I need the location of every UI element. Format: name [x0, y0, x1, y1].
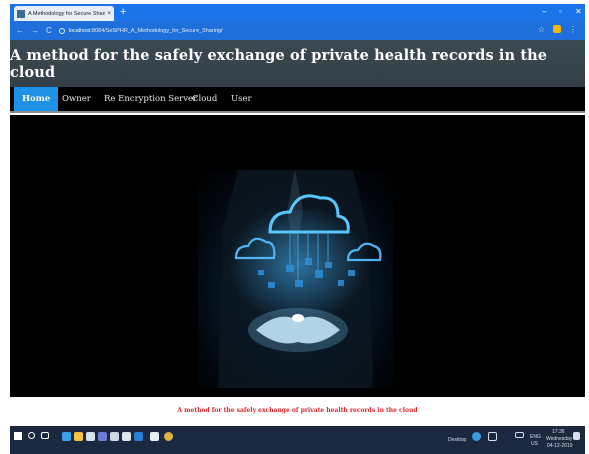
language-top[interactable]: ENG: [530, 434, 541, 440]
browser-menu-icon[interactable]: ⋮: [569, 25, 577, 34]
chrome-icon[interactable]: [164, 432, 173, 441]
nav-owner[interactable]: Owner: [62, 87, 91, 111]
new-tab-button[interactable]: +: [120, 5, 126, 19]
minimize-icon[interactable]: –: [542, 6, 546, 18]
nav-re-encryption-server[interactable]: Re Encryption Server: [104, 87, 197, 111]
back-icon[interactable]: ←: [16, 26, 24, 35]
netbeans-icon[interactable]: [134, 432, 143, 441]
tab-close-icon[interactable]: ×: [107, 11, 111, 17]
app-icon[interactable]: [98, 432, 107, 441]
info-icon[interactable]: [58, 27, 65, 34]
edge-icon[interactable]: [62, 432, 71, 441]
task-view-icon[interactable]: [41, 432, 49, 439]
mail-icon[interactable]: [122, 432, 131, 441]
address-bar[interactable]: localhost:8084/SeSPHR_A_Methodology_for_…: [69, 28, 223, 34]
tray-app-icon[interactable]: [472, 432, 481, 441]
page-favicon-icon: [17, 9, 25, 18]
file-explorer-icon[interactable]: [74, 432, 83, 441]
network-app-icon[interactable]: [110, 432, 119, 441]
app-icon-2[interactable]: [150, 432, 159, 441]
clock-time[interactable]: 17:36: [552, 429, 565, 435]
nav-home[interactable]: Home: [14, 87, 59, 111]
tab-title: A Methodology for Secure Shari: [28, 10, 106, 17]
screen: A Methodology for Secure Shari × + – ▫ ✕…: [0, 0, 589, 454]
nav-cloud[interactable]: Cloud: [192, 87, 217, 111]
browser-tabstrip: A Methodology for Secure Shari × + – ▫ ✕: [10, 4, 585, 21]
maximize-icon[interactable]: ▫: [559, 6, 562, 18]
toolbar-right: ☆ ⋮: [538, 25, 577, 34]
network-icon[interactable]: [488, 432, 497, 441]
store-icon[interactable]: [86, 432, 95, 441]
nav-user[interactable]: User: [231, 87, 252, 111]
cloud-computing-image: [198, 170, 393, 388]
cloud-illustration: [218, 170, 382, 388]
windows-taskbar: Desktop ENG US 17:36 Wednesday 04-12-201…: [10, 426, 585, 454]
footer-caption: A method for the safely exchange of priv…: [177, 407, 418, 414]
bookmark-star-icon[interactable]: ☆: [538, 25, 545, 34]
page-title: A method for the safely exchange of priv…: [10, 46, 548, 81]
clock-date[interactable]: 04-12-2019: [547, 443, 573, 449]
browser-toolbar: ← → C localhost:8084/SeSPHR_A_Methodolog…: [10, 21, 585, 40]
desktop-toolbar-label[interactable]: Desktop: [448, 437, 466, 443]
start-icon[interactable]: [14, 432, 22, 440]
forward-icon[interactable]: →: [31, 26, 39, 35]
site-header: A method for the safely exchange of priv…: [10, 40, 585, 87]
search-icon[interactable]: [28, 432, 35, 439]
keyboard-icon[interactable]: [515, 432, 524, 438]
close-window-icon[interactable]: ✕: [575, 6, 582, 18]
notifications-icon[interactable]: [573, 432, 580, 440]
clock-day[interactable]: Wednesday: [546, 436, 572, 442]
browser-tab[interactable]: A Methodology for Secure Shari ×: [14, 6, 114, 21]
address-path: :8084/SeSPHR_A_Methodology_for_Secure_Sh…: [90, 27, 223, 34]
extension-icon[interactable]: [553, 25, 561, 33]
reload-icon[interactable]: C: [46, 26, 52, 35]
address-host: localhost: [68, 27, 91, 34]
main-nav: Home Owner Re Encryption Server Cloud Us…: [10, 87, 585, 113]
hero-banner: [10, 115, 585, 397]
language-bottom[interactable]: US: [531, 441, 538, 447]
